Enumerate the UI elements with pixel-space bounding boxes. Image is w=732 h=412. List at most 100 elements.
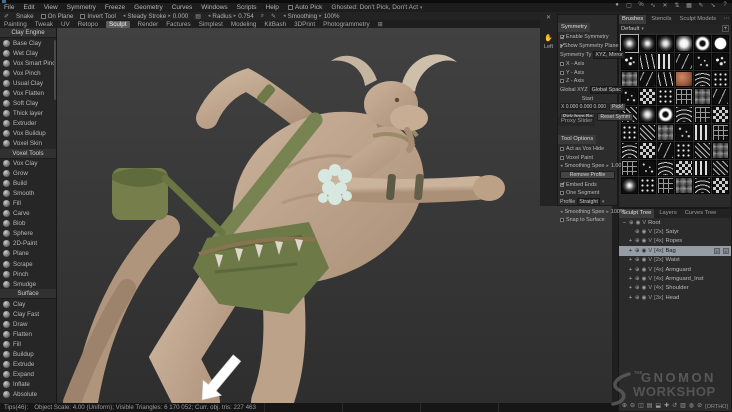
- stepper-right-icon[interactable]: ▸: [234, 13, 237, 19]
- tool-plane[interactable]: Plane: [0, 249, 56, 259]
- tool-extruder[interactable]: Extruder: [0, 118, 56, 128]
- remove-volume-icon[interactable]: ⊖: [630, 402, 635, 409]
- brush-grid[interactable]: [693, 106, 711, 123]
- brush-dots[interactable]: [657, 88, 675, 106]
- expand-icon[interactable]: −: [622, 220, 627, 226]
- tree-node-armguard[interactable]: + ⊕ ◉ V [4x] Armguard: [619, 265, 731, 274]
- brush-squiggle[interactable]: [657, 70, 675, 88]
- global-space-value[interactable]: Global Spac: [589, 86, 623, 95]
- tab-proxy-slider[interactable]: Proxy Slider: [558, 117, 596, 126]
- sculpt-viewport[interactable]: [57, 28, 612, 412]
- expand-icon[interactable]: +: [628, 276, 633, 282]
- brush-stamps[interactable]: [693, 159, 711, 177]
- brush-dots[interactable]: [711, 70, 729, 88]
- brush-stamps[interactable]: [693, 123, 711, 141]
- grid-icon[interactable]: ▦: [685, 2, 693, 9]
- smoothing-speed2-stepper[interactable]: ◂ Smoothing Spee ▸ 100%: [558, 208, 625, 216]
- room-tab-factures[interactable]: Factures: [166, 21, 191, 28]
- brush-dots[interactable]: [639, 177, 657, 195]
- expand-icon[interactable]: +: [628, 257, 633, 263]
- ghosted-mode-dropdown[interactable]: Ghosted: Don't Pick, Don't Act ▾: [331, 4, 422, 11]
- radius-value[interactable]: 0.754: [238, 13, 253, 20]
- brush-stamps[interactable]: [657, 52, 675, 70]
- room-tab-photogrammetry[interactable]: Photogrammetry: [323, 21, 370, 28]
- axis-box[interactable]: [560, 70, 564, 75]
- room-tab-modeling[interactable]: Modeling: [231, 21, 257, 28]
- menu-view[interactable]: View: [44, 4, 58, 11]
- circle-icon[interactable]: ●: [613, 2, 621, 9]
- stepper-right-icon[interactable]: ▸: [168, 13, 171, 19]
- add-volume-icon[interactable]: ⊕: [622, 402, 627, 409]
- pen-icon[interactable]: ✎: [697, 2, 705, 9]
- act-as-vox-hide-checkbox[interactable]: Act as Vox Hide: [558, 145, 617, 153]
- tips-button[interactable]: Tips(46):: [0, 404, 34, 411]
- curve-icon[interactable]: ∿: [649, 2, 657, 9]
- menu-geometry[interactable]: Geometry: [134, 4, 163, 11]
- brush-ring[interactable]: [693, 35, 711, 52]
- tool-panel-scrollbar[interactable]: [54, 40, 56, 100]
- plus-icon[interactable]: ✚: [664, 402, 669, 409]
- brush-ball[interactable]: [675, 70, 693, 88]
- brush-waves[interactable]: [693, 177, 711, 195]
- brush-soft2[interactable]: [657, 35, 675, 52]
- more-icon[interactable]: ⋯: [723, 15, 731, 24]
- invert-tool-checkbox[interactable]: Invert Tool: [80, 13, 116, 20]
- brush-spatter[interactable]: [711, 52, 729, 70]
- tool-usual-clay[interactable]: Usual Clay: [0, 78, 56, 88]
- enable-symmetry-box[interactable]: [560, 34, 566, 41]
- room-tab-painting[interactable]: Painting: [4, 21, 27, 28]
- tool-2d-paint[interactable]: 2D-Paint: [0, 239, 56, 249]
- stepper-right-icon[interactable]: ▸: [606, 209, 609, 215]
- instance-icon[interactable]: ⊕: [635, 229, 640, 235]
- ghost-icon[interactable]: ◉: [642, 276, 647, 282]
- menu-edit[interactable]: Edit: [23, 4, 34, 11]
- act-as-vox-hide-box[interactable]: [560, 147, 564, 152]
- tool-soft-clay[interactable]: Soft Clay: [0, 98, 56, 108]
- brush-soft[interactable]: [621, 177, 639, 195]
- tool-buildup[interactable]: Buildup: [0, 349, 56, 359]
- brush-specks[interactable]: [693, 52, 711, 70]
- brush-specks[interactable]: [675, 123, 693, 141]
- remove-profile-button[interactable]: Remove Profile: [560, 171, 615, 180]
- stepper-left-icon[interactable]: ◂: [283, 13, 286, 19]
- tool-blob[interactable]: Blob: [0, 219, 56, 229]
- tool-expand[interactable]: Expand: [0, 369, 56, 379]
- snap-to-surface-box[interactable]: [560, 218, 564, 223]
- duplicate-icon[interactable]: ◫: [638, 402, 644, 409]
- embed-ends-box[interactable]: [560, 181, 566, 188]
- node-button-icon[interactable]: ▪: [723, 247, 729, 254]
- menu-help[interactable]: Help: [266, 4, 279, 11]
- clipboard-icon[interactable]: ▤: [195, 13, 201, 20]
- brush-waves[interactable]: [621, 141, 639, 159]
- ghost-icon[interactable]: ◉: [642, 229, 647, 235]
- expand-icon[interactable]: +: [628, 267, 633, 273]
- brush-checker[interactable]: [711, 106, 729, 123]
- tab-tool-options[interactable]: Tool Options: [558, 135, 597, 144]
- room-tab-simplest[interactable]: Simplest: [199, 21, 223, 28]
- brush-strokes[interactable]: [657, 141, 675, 159]
- brush-checker[interactable]: [639, 141, 657, 159]
- brush-soft[interactable]: [639, 35, 657, 52]
- tab-brushes[interactable]: Brushes: [619, 15, 647, 24]
- swap-icon[interactable]: ⇅: [673, 2, 681, 9]
- brush-hatch[interactable]: [711, 159, 729, 177]
- tool-extrude[interactable]: Extrude: [0, 359, 56, 369]
- tree-node-head[interactable]: + ⊕ ◉ V [3x] Head: [619, 293, 731, 302]
- brush-waves[interactable]: [693, 70, 711, 88]
- tool-base-clay[interactable]: Base Clay: [0, 38, 56, 48]
- brush-grid[interactable]: [657, 177, 675, 195]
- ghost-icon[interactable]: ◉: [642, 257, 647, 263]
- tree-node-bag[interactable]: + ⊕ ◉ V [4x] Bag ▪ ▪: [619, 246, 731, 256]
- tab-stencils[interactable]: Stencils: [648, 15, 674, 24]
- brush-preset-dropdown[interactable]: Default: [621, 26, 639, 32]
- stepper-right-icon[interactable]: ▸: [319, 13, 322, 19]
- pen-icon[interactable]: ✎: [271, 13, 276, 20]
- tool-vox-flatten[interactable]: Vox Flatten: [0, 88, 56, 98]
- tool-scrape[interactable]: Scrape: [0, 259, 56, 269]
- embed-ends-checkbox[interactable]: Embed Ends: [558, 181, 617, 189]
- brush-hatch[interactable]: [639, 123, 657, 141]
- invert-tool-box[interactable]: [80, 13, 86, 19]
- one-segment-checkbox[interactable]: One Segment: [558, 189, 617, 197]
- tool-thick-layer[interactable]: Thick layer: [0, 108, 56, 118]
- ghost-icon[interactable]: ◉: [642, 267, 647, 273]
